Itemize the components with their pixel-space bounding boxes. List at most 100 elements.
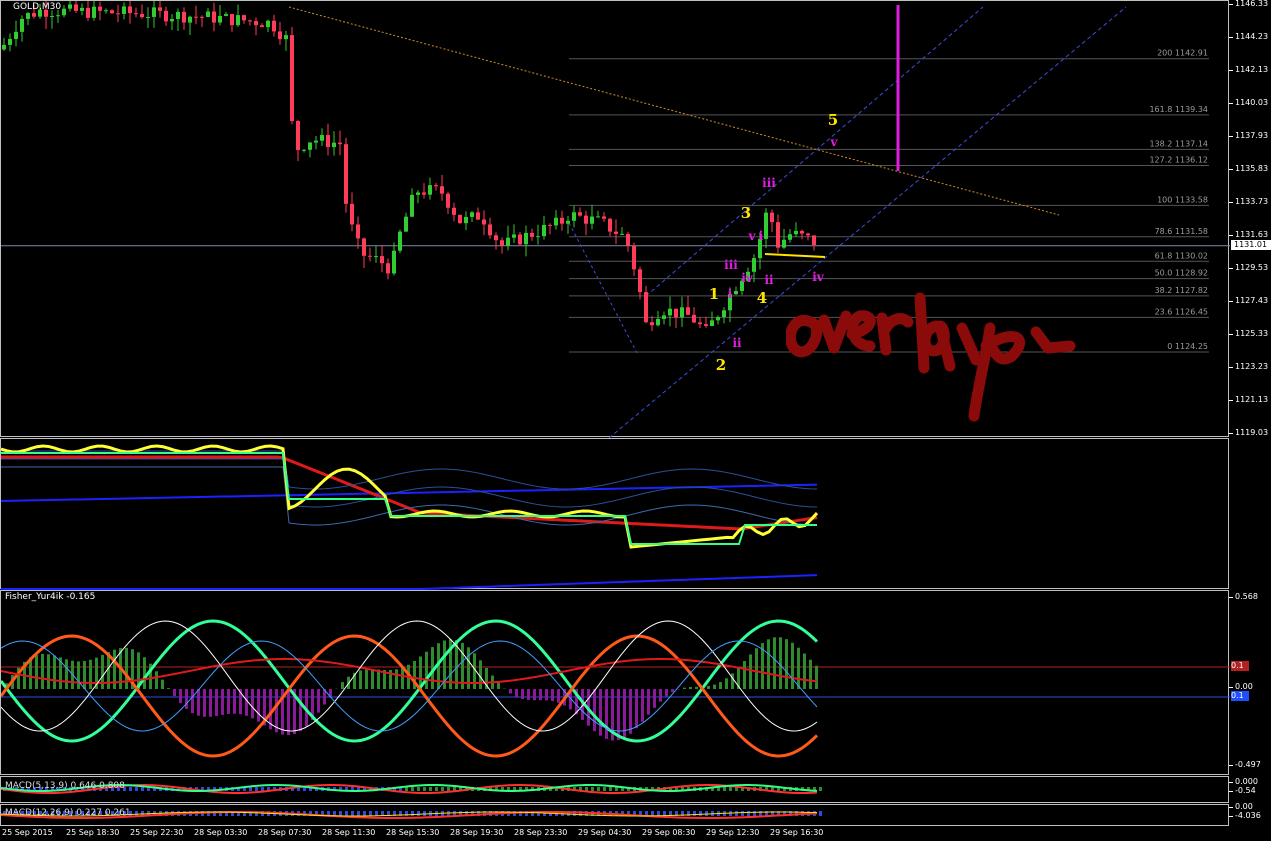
macd-slow-bar: [693, 811, 696, 816]
candle-body: [248, 20, 252, 22]
price-chart-pane[interactable]: 200 1142.91 161.8 1139.34 138.2 1137.14 127…: [0, 0, 1230, 438]
fisher-histogram-bar: [173, 689, 176, 697]
fisher-histogram-bar: [479, 660, 482, 689]
price-tick: 1144.23: [1228, 32, 1269, 41]
time-tick: 28 Sep 19:30: [450, 828, 504, 837]
macd-fast-bar: [261, 787, 264, 791]
price-tick: 1140.03: [1228, 98, 1269, 107]
macd-fast-tick-2: -0.54: [1229, 786, 1256, 795]
time-tick: 25 Sep 2015: [2, 828, 53, 837]
candle-body: [620, 233, 624, 235]
candle-body: [350, 203, 354, 225]
fisher-histogram-bar: [659, 689, 662, 702]
wave-label-minor: iii: [724, 258, 738, 272]
fisher-histogram-bar: [47, 654, 50, 689]
fisher-histogram-bar: [65, 659, 68, 689]
candle-body: [590, 216, 594, 224]
fisher-histogram-bar: [359, 670, 362, 689]
candle-body: [668, 308, 672, 316]
candle-body: [50, 15, 54, 17]
candle-body: [536, 236, 540, 238]
candle-body: [374, 256, 378, 258]
time-tick: 29 Sep 08:30: [642, 828, 696, 837]
candle-body: [332, 142, 336, 148]
candle-body: [584, 215, 588, 224]
candle-body: [752, 258, 756, 272]
fib-label: 50.0 1128.92: [1155, 269, 1208, 278]
wave-label-minor: iv: [741, 271, 754, 285]
candle-body: [608, 218, 612, 232]
candle-body: [656, 318, 660, 326]
fisher-histogram-bar: [317, 689, 320, 713]
candle-body: [650, 322, 654, 326]
candle-body: [218, 15, 222, 23]
trendline-orange: [288, 6, 1060, 216]
macd-fast-bar: [417, 787, 420, 791]
fisher-histogram-bar: [191, 689, 194, 714]
macd-fast-bar: [129, 787, 132, 791]
candle-body: [734, 290, 738, 295]
macd-fast-bar: [141, 787, 144, 791]
fisher-histogram-bar: [539, 689, 542, 701]
time-tick: 25 Sep 22:30: [130, 828, 184, 837]
price-tick: 1119.03: [1228, 428, 1269, 437]
candle-body: [356, 224, 360, 239]
candle-body: [644, 292, 648, 323]
macd-fast-bar: [609, 787, 612, 791]
candle-body: [464, 216, 468, 224]
fisher-histogram-bar: [791, 642, 794, 689]
wave-label-major: 3: [741, 204, 751, 222]
candle-body: [2, 44, 6, 50]
price-tick: 1125.33: [1228, 329, 1269, 338]
macd-slow-bar: [339, 811, 342, 816]
macd-slow-bar: [753, 811, 756, 816]
price-axis: 1146.33 1144.23 1142.13 1140.03 1137.93 1135.…: [1228, 0, 1271, 437]
candle-body: [416, 192, 420, 195]
price-tick: 1146.33: [1228, 0, 1269, 8]
fisher-histogram-bar: [707, 685, 710, 689]
fisher-histogram-bar: [197, 689, 200, 716]
fisher-red-marker: 0.1: [1231, 661, 1249, 671]
macd-fast-bar: [591, 787, 594, 791]
time-tick: 28 Sep 11:30: [322, 828, 376, 837]
wave-label-minor: i: [759, 229, 764, 243]
fisher-histogram-bar: [755, 648, 758, 689]
candle-body: [200, 16, 204, 18]
macd-fast-bar: [597, 787, 600, 791]
time-tick: 29 Sep 12:30: [706, 828, 760, 837]
ma-envelope-pane[interactable]: [0, 438, 1229, 590]
fisher-histogram-bar: [653, 689, 656, 708]
wave-label-major: 1: [709, 285, 719, 303]
fisher-histogram-bar: [221, 689, 224, 715]
macd-fast-bar: [249, 787, 252, 791]
fib-label: 200 1142.91: [1157, 49, 1208, 58]
candle-body: [614, 231, 618, 234]
fisher-histogram-bar: [299, 689, 302, 732]
candle-body: [68, 4, 72, 9]
candle-body: [428, 185, 432, 195]
candle-body: [788, 234, 792, 240]
candle-body: [344, 144, 348, 204]
fisher-histogram-bar: [557, 689, 560, 703]
macd-slow-bar: [705, 811, 708, 816]
overlap-line: [764, 253, 826, 258]
candle-body: [638, 269, 642, 293]
fisher-histogram-bar: [797, 647, 800, 689]
macd-fast-bar: [423, 787, 426, 791]
macd-slow-axis: 0.00 -4.036: [1229, 802, 1271, 826]
candle-body: [488, 224, 492, 236]
time-tick: 28 Sep 03:30: [194, 828, 248, 837]
macd-fast-pane[interactable]: MACD(5,13,9) 0.646 0.808: [0, 776, 1229, 803]
wave-label-major: 5: [828, 111, 838, 129]
candle-body: [698, 322, 702, 325]
candle-body: [632, 245, 636, 270]
macd-fast-label: MACD(5,13,9) 0.646 0.808: [5, 781, 125, 791]
wave-label-minor: ii: [732, 336, 742, 350]
fisher-pane[interactable]: Fisher_Yur4ik -0.165: [0, 590, 1230, 775]
candle-body: [674, 308, 678, 318]
candle-body: [176, 11, 180, 19]
fisher-histogram-bar: [227, 689, 230, 714]
macd-slow-pane[interactable]: MACD(12,26,9) 0.227 0.261: [0, 804, 1229, 826]
candle-body: [434, 185, 438, 187]
candle-body: [548, 224, 552, 226]
